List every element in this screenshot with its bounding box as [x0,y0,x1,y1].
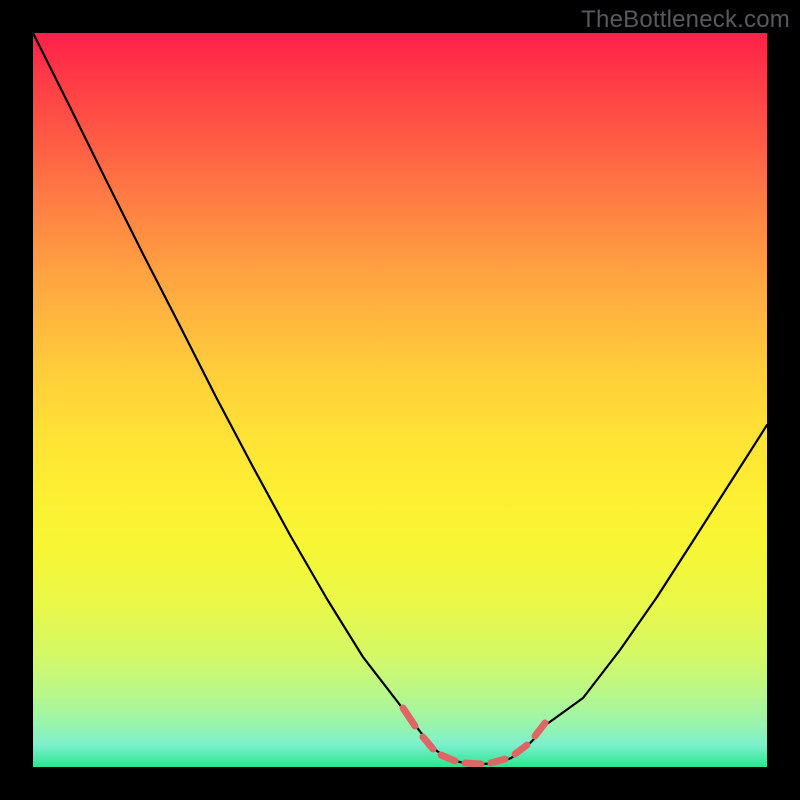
plot-area [33,33,767,767]
chart-canvas: TheBottleneck.com [0,0,800,800]
highlight-dash-4 [465,763,481,764]
highlight-dash-2 [423,737,433,749]
bottleneck-curve [33,33,767,764]
highlight-dash-7 [535,723,545,736]
highlight-dash-5 [491,759,505,763]
curve-svg [33,33,767,767]
highlight-dash-3 [441,755,455,761]
watermark-text: TheBottleneck.com [581,6,790,34]
highlight-dash-6 [515,745,527,754]
highlight-dash-1 [403,708,415,726]
